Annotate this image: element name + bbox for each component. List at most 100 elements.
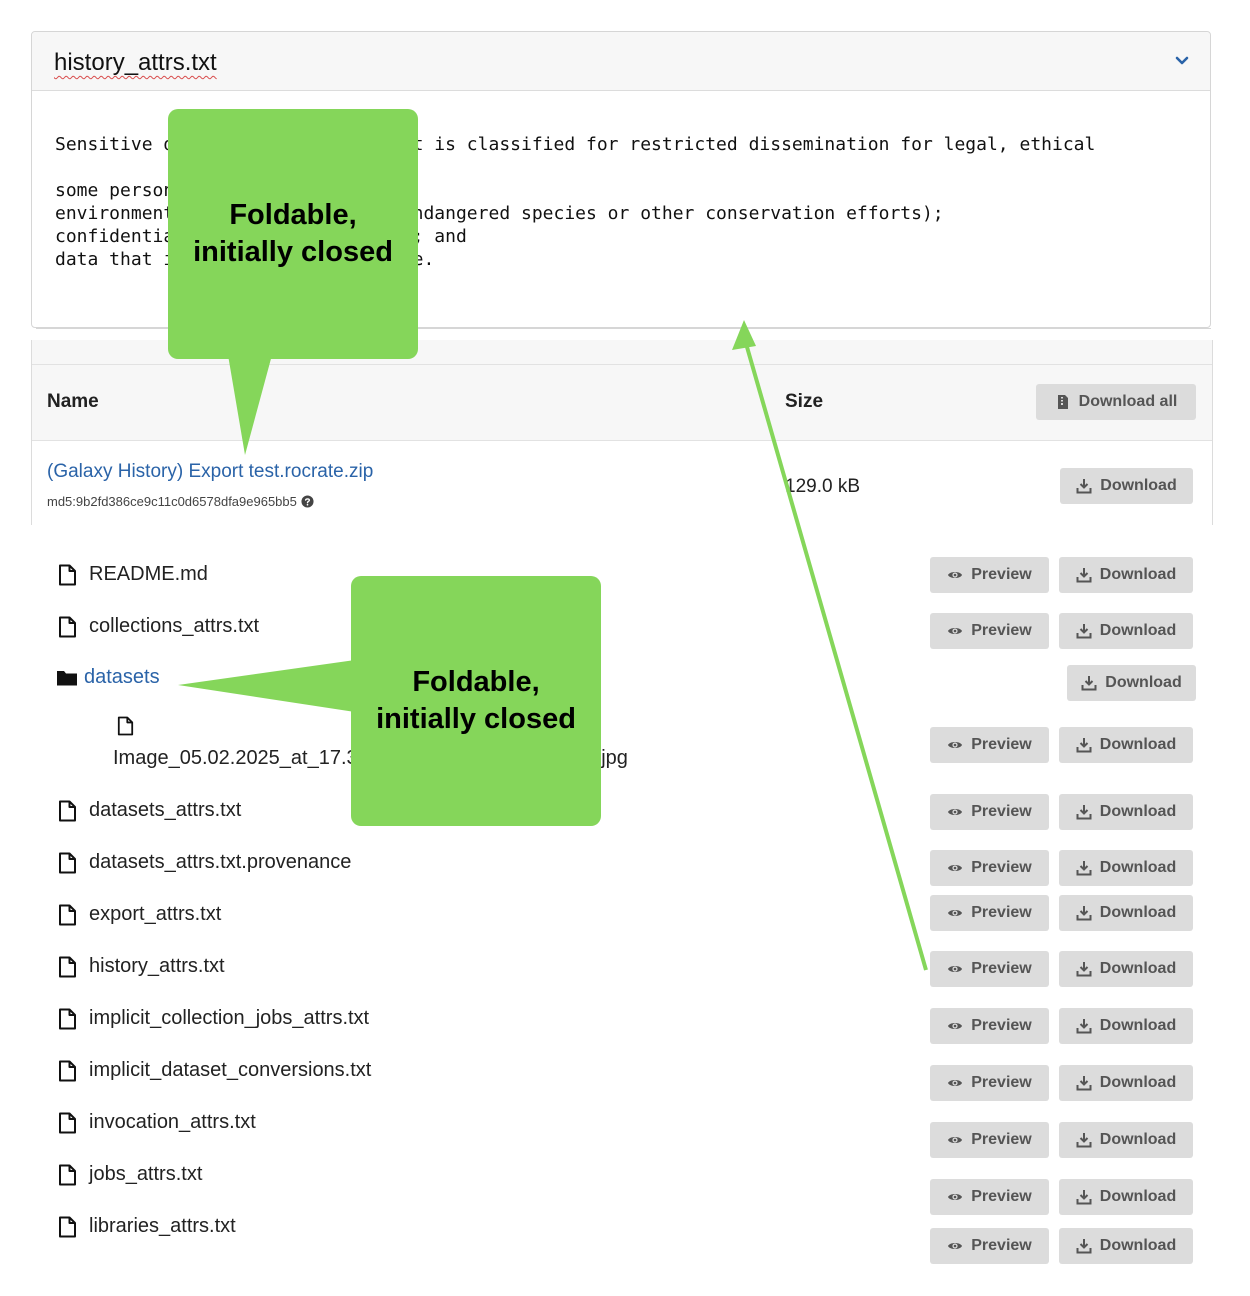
download-icon: [1076, 1019, 1092, 1034]
download-button[interactable]: Download: [1059, 1228, 1193, 1264]
preview-button[interactable]: Preview: [930, 1179, 1049, 1215]
column-header-name: Name: [47, 391, 99, 412]
list-item-invocation-attrs[interactable]: invocation_attrs.txt: [58, 1111, 256, 1134]
preview-button[interactable]: Preview: [930, 1065, 1049, 1101]
file-name: invocation_attrs.txt: [89, 1111, 256, 1133]
list-item-datasets-provenance[interactable]: datasets_attrs.txt.provenance: [58, 851, 351, 874]
callout-foldable-preview: Foldable, initially closed: [168, 109, 418, 359]
archive-size: 129.0 kB: [785, 476, 860, 497]
file-name: export_attrs.txt: [89, 903, 222, 925]
download-button[interactable]: Download: [1059, 613, 1193, 649]
download-icon: [1076, 962, 1092, 977]
folder-item-datasets[interactable]: datasets: [56, 666, 160, 689]
folder-download-button[interactable]: Download: [1067, 665, 1196, 701]
file-name: collections_attrs.txt: [89, 615, 260, 637]
file-icon: [59, 564, 76, 585]
list-item-datasets-attrs[interactable]: datasets_attrs.txt: [58, 799, 241, 822]
preview-button[interactable]: Preview: [930, 1008, 1049, 1044]
download-button[interactable]: Download: [1059, 557, 1193, 593]
list-item-export-attrs[interactable]: export_attrs.txt: [58, 903, 221, 926]
nested-file-icon-wrap: [117, 716, 134, 741]
download-icon: [1076, 906, 1092, 921]
eye-icon: [948, 809, 963, 815]
eye-icon: [948, 572, 963, 578]
download-button[interactable]: Download: [1059, 1065, 1193, 1101]
preview-button[interactable]: Preview: [930, 794, 1049, 830]
preview-button[interactable]: Preview: [930, 1122, 1049, 1158]
archive-link[interactable]: (Galaxy History) Export test.rocrate.zip: [47, 461, 373, 483]
file-name: README.md: [89, 563, 208, 585]
table-row: (Galaxy History) Export test.rocrate.zip…: [32, 441, 1212, 525]
file-name: implicit_collection_jobs_attrs.txt: [89, 1007, 370, 1029]
callout-foldable-folder: Foldable, initially closed: [351, 576, 601, 826]
list-item-libraries-attrs[interactable]: libraries_attrs.txt: [58, 1215, 236, 1238]
list-item-implicit-collection-jobs[interactable]: implicit_collection_jobs_attrs.txt: [58, 1007, 369, 1030]
download-button[interactable]: Download: [1059, 895, 1193, 931]
archive-download-button[interactable]: Download: [1060, 468, 1193, 504]
file-icon: [59, 1008, 76, 1029]
download-icon: [1076, 479, 1092, 494]
file-icon: [59, 956, 76, 977]
download-icon: [1076, 624, 1092, 639]
file-name: datasets_attrs.txt: [89, 799, 242, 821]
download-button[interactable]: Download: [1059, 951, 1193, 987]
eye-icon: [948, 1194, 963, 1200]
folder-name[interactable]: datasets: [84, 666, 160, 689]
eye-icon: [948, 1023, 963, 1029]
list-item-history-attrs[interactable]: history_attrs.txt: [58, 955, 225, 978]
file-name: jobs_attrs.txt: [89, 1163, 203, 1185]
download-button[interactable]: Download: [1059, 727, 1193, 763]
file-icon: [59, 1216, 76, 1237]
preview-button[interactable]: Preview: [930, 895, 1049, 931]
file-icon: [59, 800, 76, 821]
download-button[interactable]: Download: [1059, 1179, 1193, 1215]
download-button[interactable]: Download: [1059, 794, 1193, 830]
file-icon: [117, 716, 134, 736]
preview-header[interactable]: history_attrs.txt: [32, 32, 1210, 91]
download-icon: [1076, 1133, 1092, 1148]
file-name: datasets_attrs.txt.provenance: [89, 851, 352, 873]
download-button[interactable]: Download: [1059, 1122, 1193, 1158]
download-button[interactable]: Download: [1059, 1008, 1193, 1044]
download-all-button[interactable]: Download all: [1036, 384, 1196, 420]
preview-button[interactable]: Preview: [930, 1228, 1049, 1264]
list-item-readme[interactable]: README.md: [58, 563, 208, 586]
preview-button[interactable]: Preview: [930, 613, 1049, 649]
file-icon: [59, 904, 76, 925]
list-item-jobs-attrs[interactable]: jobs_attrs.txt: [58, 1163, 202, 1186]
folder-icon: [57, 670, 77, 685]
file-name: implicit_dataset_conversions.txt: [89, 1059, 372, 1081]
md5-checksum: md5:9b2fd386ce9c11c0d6578dfa9e965bb5: [47, 494, 314, 509]
eye-icon: [948, 742, 963, 748]
eye-icon: [948, 910, 963, 916]
preview-title: history_attrs.txt: [54, 49, 217, 76]
callout-tail-mid: [178, 660, 355, 712]
file-archive-icon: [1057, 395, 1068, 409]
file-icon: [59, 1164, 76, 1185]
eye-icon: [948, 1137, 963, 1143]
file-icon: [59, 852, 76, 873]
preview-button[interactable]: Preview: [930, 850, 1049, 886]
download-icon: [1076, 738, 1092, 753]
chevron-down-icon[interactable]: [1172, 50, 1192, 70]
preview-button[interactable]: Preview: [930, 727, 1049, 763]
file-icon: [59, 1112, 76, 1133]
list-item-collections-attrs[interactable]: collections_attrs.txt: [58, 615, 259, 638]
question-circle-icon[interactable]: [301, 495, 314, 508]
download-icon: [1076, 1076, 1092, 1091]
preview-button[interactable]: Preview: [930, 557, 1049, 593]
download-icon: [1076, 861, 1092, 876]
download-icon: [1081, 676, 1097, 691]
file-icon: [59, 1060, 76, 1081]
download-icon: [1076, 568, 1092, 583]
download-button[interactable]: Download: [1059, 850, 1193, 886]
list-item-implicit-dataset-conversions[interactable]: implicit_dataset_conversions.txt: [58, 1059, 371, 1082]
file-icon: [59, 616, 76, 637]
files-table: Name Size Download all (Galaxy History) …: [31, 340, 1213, 525]
download-icon: [1076, 1239, 1092, 1254]
eye-icon: [948, 966, 963, 972]
eye-icon: [948, 865, 963, 871]
preview-button[interactable]: Preview: [930, 951, 1049, 987]
eye-icon: [948, 628, 963, 634]
eye-icon: [948, 1243, 963, 1249]
